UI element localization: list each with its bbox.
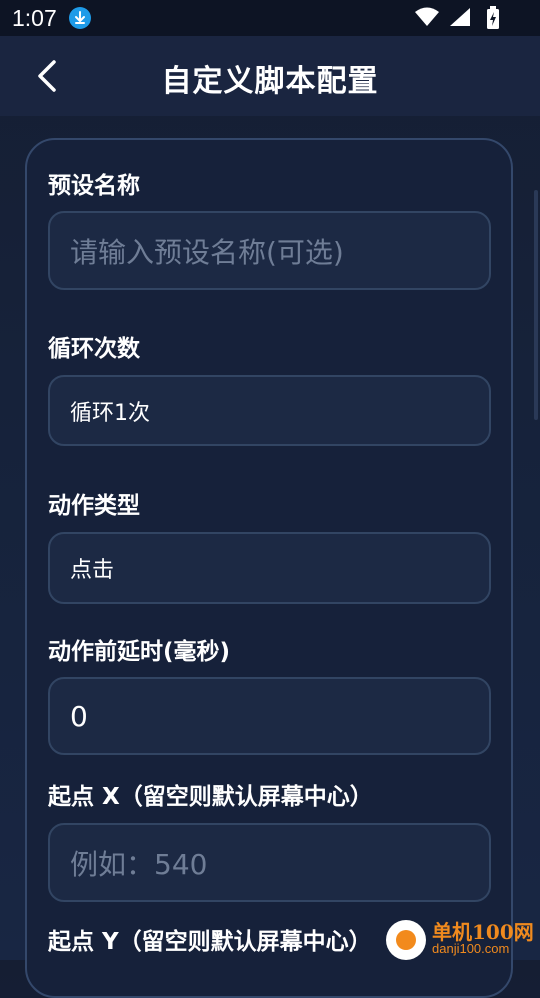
pre-delay-input[interactable]: 0: [48, 677, 491, 755]
watermark-logo-icon: [386, 920, 426, 960]
action-type-label: 动作类型: [48, 493, 140, 519]
download-icon: [69, 7, 91, 29]
watermark: 单机100网 danji100.com: [386, 914, 536, 960]
status-bar: 1:07: [0, 0, 540, 36]
wifi-icon: [414, 6, 440, 32]
pre-delay-value: 0: [70, 699, 88, 733]
action-type-select[interactable]: 点击: [48, 532, 491, 604]
signal-icon: [448, 6, 472, 32]
loop-count-value: 循环1次: [70, 400, 150, 426]
start-x-label: 起点 X（留空则默认屏幕中心）: [48, 784, 373, 810]
start-y-label: 起点 Y（留空则默认屏幕中心）: [48, 929, 372, 955]
start-x-input[interactable]: 例如：540: [48, 823, 491, 902]
loop-count-label: 循环次数: [48, 336, 140, 362]
preset-name-label: 预设名称: [48, 173, 140, 199]
app-header: 自定义脚本配置: [0, 36, 540, 116]
preset-name-placeholder: 请输入预设名称(可选): [70, 235, 344, 269]
watermark-url: danji100.com: [432, 941, 510, 956]
pre-delay-label: 动作前延时(毫秒): [48, 639, 231, 665]
action-type-value: 点击: [70, 558, 115, 583]
start-x-placeholder: 例如：540: [70, 847, 208, 881]
scrollbar[interactable]: [534, 190, 538, 420]
battery-charging-icon: [486, 6, 500, 34]
page-title: 自定义脚本配置: [161, 64, 379, 99]
status-time: 1:07: [12, 5, 57, 31]
preset-name-input[interactable]: 请输入预设名称(可选): [48, 211, 491, 290]
loop-count-select[interactable]: 循环1次: [48, 375, 491, 446]
